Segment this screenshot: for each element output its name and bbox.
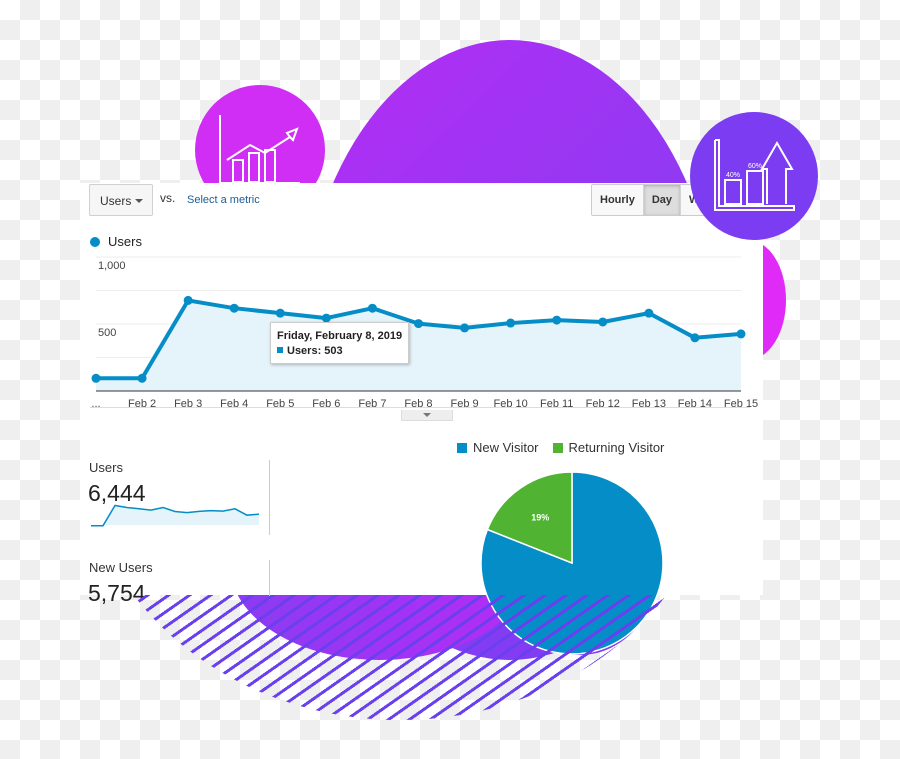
decorative-hatch-overlay xyxy=(80,595,720,720)
metric-select[interactable]: Users xyxy=(89,184,153,216)
data-point xyxy=(552,315,562,325)
pie-legend: New Visitor Returning Visitor xyxy=(457,440,664,455)
day-button[interactable]: Day xyxy=(643,185,682,215)
y-tick-label: 1,000 xyxy=(98,260,126,272)
tooltip-value: Users: 503 xyxy=(277,345,343,357)
tooltip-swatch xyxy=(277,347,283,353)
users-line-chart: 500 1,000... Feb 2 Feb 3 Feb 4 Feb 5 Feb 6 Feb … xyxy=(91,256,758,410)
tooltip-value-text: Users: 503 xyxy=(287,345,343,357)
x-tick-label: Feb 9 xyxy=(451,398,479,410)
data-point xyxy=(690,333,700,343)
users-sparkline xyxy=(91,504,260,527)
metric-users-label: Users xyxy=(89,460,123,475)
tooltip-date: Friday, February 8, 2019 xyxy=(277,330,403,342)
data-point xyxy=(598,317,608,327)
x-tick-label: Feb 15 xyxy=(724,398,758,410)
legend-swatch xyxy=(552,443,563,453)
legend-item-returning-visitor[interactable]: Returning Visitor xyxy=(552,440,665,455)
x-tick-label: Feb 13 xyxy=(632,398,666,410)
x-tick-label: Feb 2 xyxy=(128,398,156,410)
chart-resize-handle[interactable] xyxy=(401,410,453,421)
vertical-divider xyxy=(269,560,270,600)
chart-tooltip: Friday, February 8, 2019 Users: 503 xyxy=(270,322,409,364)
chevron-down-icon xyxy=(135,199,143,203)
data-point xyxy=(367,303,377,313)
data-point xyxy=(275,308,285,318)
icon-label-60: 60% xyxy=(748,163,762,170)
hourly-button[interactable]: Hourly xyxy=(592,185,644,215)
x-tick-label: Feb 14 xyxy=(678,398,712,410)
data-point xyxy=(414,319,423,329)
data-point xyxy=(736,329,746,339)
vs-label: vs. xyxy=(160,191,176,205)
data-point xyxy=(91,373,101,383)
data-point xyxy=(183,295,193,305)
decorative-circle-right: 40% 60% xyxy=(690,112,818,240)
legend-item-new-visitor[interactable]: New Visitor xyxy=(457,440,539,455)
legend-label: New Visitor xyxy=(473,440,539,455)
x-tick-label: Feb 5 xyxy=(266,398,294,410)
x-tick-label: ... xyxy=(91,398,100,410)
metric-select-value: Users xyxy=(100,194,132,208)
x-tick-label: Feb 6 xyxy=(312,398,340,410)
vertical-divider xyxy=(269,460,270,535)
x-tick-label: Feb 4 xyxy=(220,398,248,410)
data-point xyxy=(229,303,239,313)
data-point xyxy=(506,318,516,328)
analytics-panel: Users vs. Select a metric Hourly Day We … xyxy=(80,183,763,655)
x-tick-label: Feb 12 xyxy=(586,398,620,410)
icon-label-40: 40% xyxy=(726,172,740,179)
x-tick-label: Feb 3 xyxy=(174,398,202,410)
data-point xyxy=(460,323,470,333)
bar-chart-up-arrow-icon: 40% 60% xyxy=(714,139,795,211)
legend-label: Returning Visitor xyxy=(568,440,665,455)
legend-swatch xyxy=(457,443,467,453)
x-tick-label: Feb 8 xyxy=(404,398,432,410)
data-point xyxy=(137,373,147,383)
x-tick-label: Feb 7 xyxy=(358,398,386,410)
y-tick-label: 500 xyxy=(98,327,116,339)
divider xyxy=(90,407,750,408)
x-tick-label: Feb 10 xyxy=(494,398,528,410)
select-metric-link[interactable]: Select a metric xyxy=(187,194,260,206)
pie-data-label: 19% xyxy=(531,512,549,522)
metric-new-users-label: New Users xyxy=(89,560,153,575)
x-tick-label: Feb 11 xyxy=(540,398,573,410)
data-point xyxy=(644,308,654,318)
